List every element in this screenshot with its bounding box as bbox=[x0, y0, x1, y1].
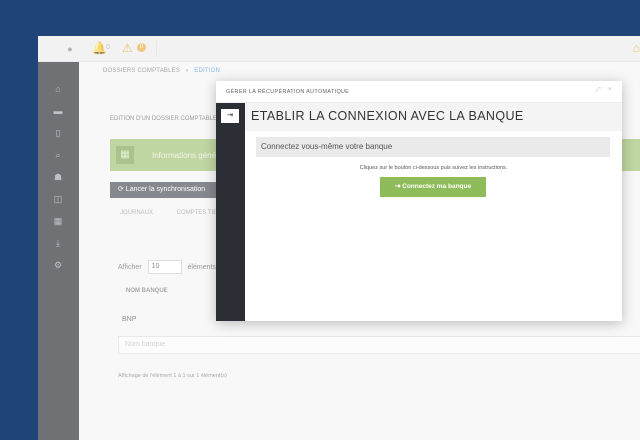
bank-connection-modal: GÉRER LA RÉCUPÉRATION AUTOMATIQUE ⤢ × ⇥ … bbox=[216, 81, 622, 321]
connect-bank-button[interactable]: ⇥ Connectez ma banque bbox=[380, 177, 486, 197]
modal-heading-bar: ETABLIR LA CONNEXION AVEC LA BANQUE bbox=[245, 103, 622, 131]
modal-title: GÉRER LA RÉCUPÉRATION AUTOMATIQUE bbox=[226, 89, 350, 95]
instructions-text: Cliquez sur le bouton ci-dessous puis su… bbox=[359, 165, 508, 171]
app-window: ● 🔔 0 ⚠ 0 ⌂ ⌂ ▬ ▯ ⌕ ☗ ◫ ▦ ⤓ ⚙ DOSSIERS C… bbox=[38, 36, 640, 440]
modal-side-panel: ⇥ bbox=[216, 103, 245, 321]
close-icon[interactable]: × bbox=[608, 87, 612, 93]
login-icon[interactable]: ⇥ bbox=[221, 109, 239, 123]
expand-icon[interactable]: ⤢ bbox=[596, 87, 601, 94]
modal-body: ETABLIR LA CONNEXION AVEC LA BANQUE Conn… bbox=[245, 103, 622, 321]
modal-heading: ETABLIR LA CONNEXION AVEC LA BANQUE bbox=[251, 109, 524, 123]
modal-header: GÉRER LA RÉCUPÉRATION AUTOMATIQUE ⤢ × bbox=[216, 81, 622, 103]
section-header: Connectez vous-même votre banque bbox=[256, 137, 610, 157]
